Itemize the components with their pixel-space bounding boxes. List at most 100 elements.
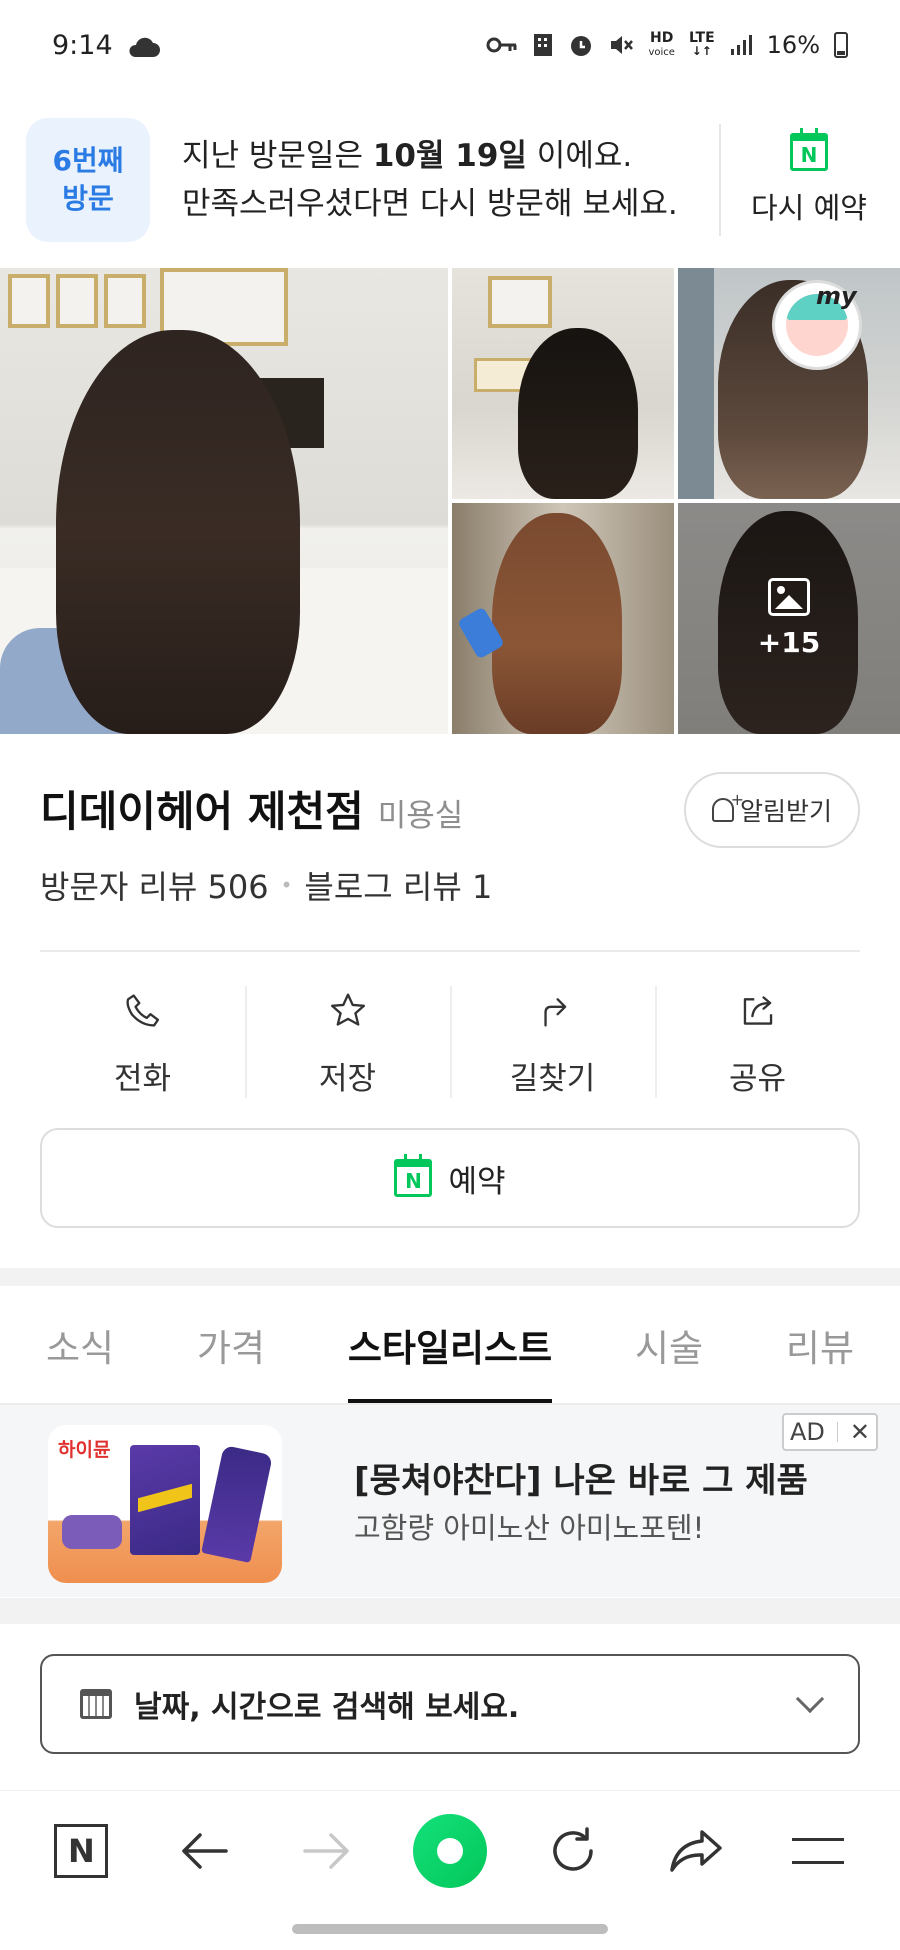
tab-news[interactable]: 소식 (46, 1286, 114, 1404)
signal-icon (729, 30, 753, 60)
naver-home-button[interactable]: N (41, 1811, 121, 1891)
section-gap (0, 1598, 900, 1624)
arrow-right-icon (303, 1832, 349, 1869)
browser-toolbar: N (0, 1790, 900, 1910)
visit-suffix: 이에요. (526, 138, 633, 174)
directions-label: 길찾기 (509, 1061, 596, 1097)
calendar-icon (80, 1689, 112, 1719)
naver-logo-icon: N (54, 1823, 109, 1878)
notification-label: 알림받기 (739, 797, 832, 826)
tab-price[interactable]: 가격 (197, 1286, 265, 1404)
revisit-button[interactable]: N 다시 예약 (751, 128, 867, 227)
last-visit-date: 10월 19일 (372, 138, 527, 174)
share-label: 공유 (728, 1061, 787, 1097)
main-photo[interactable] (0, 268, 448, 734)
notification-button[interactable]: 알림받기 (684, 772, 860, 848)
arrow-left-icon (182, 1832, 229, 1869)
home-indicator[interactable] (292, 1924, 608, 1934)
ad-subtitle: 고함량 아미노산 아미노포텐! (354, 1511, 705, 1545)
ad-title[interactable]: [뭉쳐야찬다] 나온 바로 그 제품 (354, 1453, 808, 1502)
chevron-down-icon (795, 1684, 825, 1714)
status-bar: 9:14 HD voice LTE ↓↑ 16% (0, 0, 900, 90)
call-label: 전화 (113, 1061, 172, 1097)
hd-voice-indicator: HD voice (648, 30, 674, 60)
visit-message-line1: 지난 방문일은 10월 19일 이에요. (182, 132, 697, 180)
naver-calendar-icon: N (789, 128, 828, 171)
ad-badge: AD ✕ (782, 1413, 878, 1451)
blog-reviews-link[interactable]: 블로그 리뷰 1 (304, 862, 492, 908)
revisit-label: 다시 예약 (751, 191, 867, 225)
bell-plus-icon (711, 790, 744, 822)
reserve-label: 예약 (448, 1163, 506, 1200)
status-time: 9:14 (52, 29, 113, 61)
place-name: 디데이헤어 제천점 (40, 787, 364, 836)
dumbbell-graphic (62, 1515, 122, 1549)
battery-icon (834, 32, 848, 58)
gallery-photo-1[interactable] (452, 268, 674, 499)
share-button[interactable]: 공유 (655, 978, 860, 1098)
gallery-photo-3[interactable] (452, 503, 674, 734)
ad-close-icon[interactable]: ✕ (850, 1418, 870, 1446)
lte-indicator: LTE ↓↑ (688, 30, 715, 58)
share-arrow-icon (669, 1829, 722, 1872)
refresh-icon (553, 1826, 593, 1871)
visit-count-badge: 6번째 방문 (26, 118, 150, 242)
place-header: 디데이헤어 제천점 미용실 (40, 778, 463, 839)
refresh-button[interactable] (533, 1811, 613, 1891)
key-icon (486, 30, 518, 60)
forward-button[interactable] (287, 1811, 367, 1891)
directions-arrow-icon (543, 998, 566, 1027)
status-icons: HD voice LTE ↓↑ 16% (486, 30, 848, 60)
place-category: 미용실 (377, 798, 464, 834)
call-button[interactable]: 전화 (40, 978, 245, 1098)
save-button[interactable]: 저장 (245, 978, 450, 1098)
visit-banner[interactable]: 6번째 방문 지난 방문일은 10월 19일 이에요. 만족스러우셨다면 다시 … (0, 90, 900, 270)
section-divider (40, 950, 860, 952)
gallery-photo-more[interactable]: +15 (678, 503, 900, 734)
ad-image[interactable]: 하이뮨 (48, 1425, 282, 1583)
photo-gallery[interactable]: +15 (0, 268, 900, 734)
review-summary: 방문자 리뷰 506 • 블로그 리뷰 1 (40, 862, 492, 908)
product-pouch-graphic (201, 1445, 273, 1563)
ad-brand: 하이뮨 (58, 1439, 111, 1461)
ad-banner[interactable]: 하이뮨 [뭉쳐야찬다] 나온 바로 그 제품 고함량 아미노산 아미노포텐! A… (0, 1405, 900, 1597)
green-dot-button[interactable] (410, 1811, 490, 1891)
tab-treatment[interactable]: 시술 (635, 1286, 703, 1404)
more-photos-count: +15 (757, 626, 821, 659)
cloud-icon (127, 35, 161, 57)
ad-label: AD (789, 1418, 825, 1446)
tab-reviews[interactable]: 리뷰 (786, 1286, 854, 1404)
back-button[interactable] (164, 1811, 244, 1891)
my-label: my (816, 282, 857, 310)
banner-divider (719, 124, 721, 236)
date-search-placeholder: 날짜, 시간으로 검색해 보세요. (134, 1690, 520, 1725)
tab-stylist[interactable]: 스타일리스트 (347, 1286, 553, 1404)
date-time-search[interactable]: 날짜, 시간으로 검색해 보세요. (40, 1654, 860, 1754)
more-photos-overlay[interactable]: +15 (678, 503, 900, 734)
visit-label: 방문 (62, 182, 114, 215)
visit-message: 지난 방문일은 10월 19일 이에요. 만족스러우셨다면 다시 방문해 보세요… (182, 132, 697, 228)
star-icon (330, 993, 365, 1026)
visit-count: 6번째 (52, 144, 124, 177)
reserve-button[interactable]: N 예약 (40, 1128, 860, 1228)
visitor-reviews-link[interactable]: 방문자 리뷰 506 (40, 862, 269, 908)
mute-icon (608, 30, 634, 60)
voice-label: voice (648, 46, 675, 58)
alarm-icon (568, 30, 594, 60)
phone-icon (125, 994, 159, 1027)
battery-percent: 16% (766, 31, 820, 59)
menu-button[interactable] (778, 1811, 858, 1891)
hd-label: HD (650, 29, 674, 46)
building-icon (532, 30, 554, 60)
share-page-button[interactable] (656, 1811, 736, 1891)
share-icon (743, 996, 772, 1025)
section-gap (0, 1268, 900, 1286)
action-row: 전화 저장 길찾기 공유 (40, 978, 860, 1098)
product-box-graphic (130, 1445, 200, 1555)
review-separator: • (280, 873, 293, 897)
directions-button[interactable]: 길찾기 (450, 978, 655, 1098)
save-label: 저장 (318, 1061, 377, 1097)
image-icon (768, 578, 810, 616)
naver-calendar-icon: N (394, 1154, 433, 1197)
visit-prefix: 지난 방문일은 (182, 138, 373, 174)
